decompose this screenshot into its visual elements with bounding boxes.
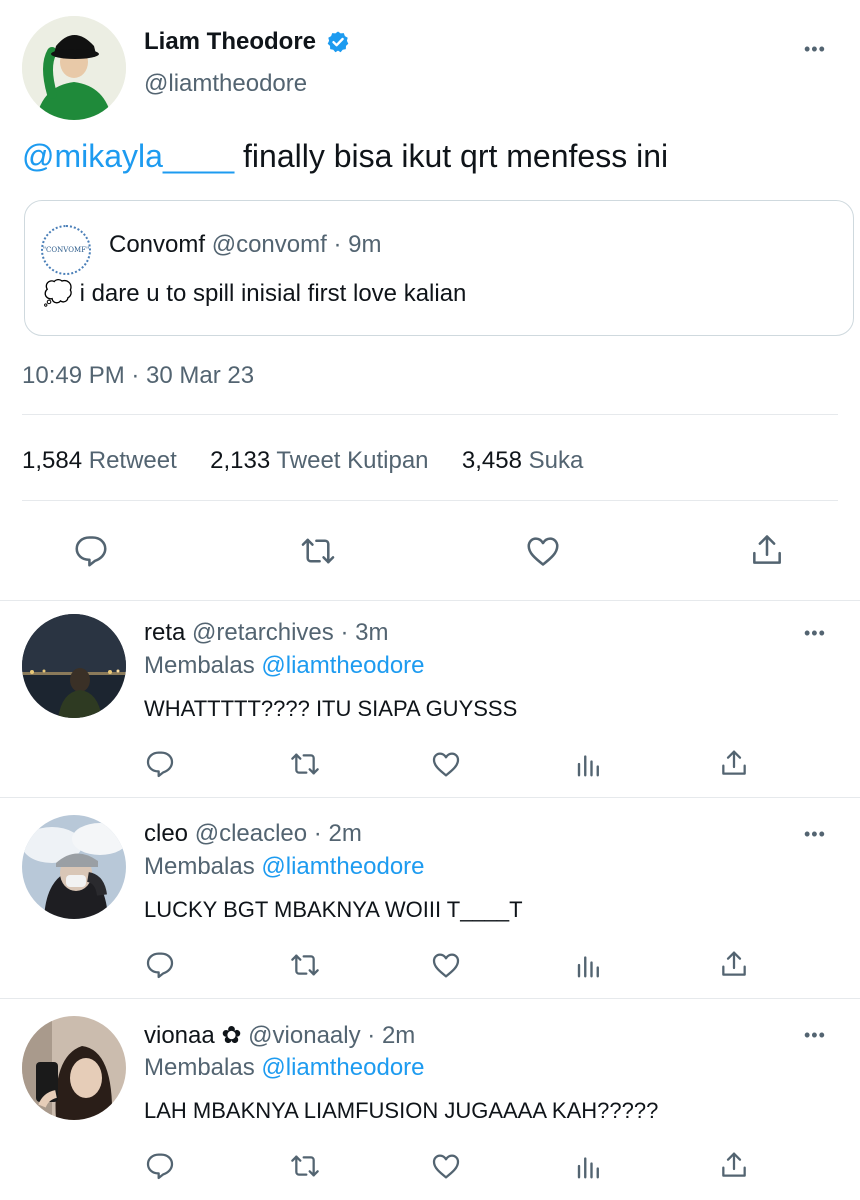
quote-body: i dare u to spill inisial first love kal…	[79, 280, 467, 307]
replying-label: Membalas	[144, 853, 255, 880]
divider	[0, 600, 860, 601]
like-icon[interactable]	[524, 532, 562, 570]
mention-link[interactable]: @mikayla____	[22, 138, 234, 174]
divider	[0, 797, 860, 798]
reply-name[interactable]: cleo	[144, 820, 188, 847]
replying-mention[interactable]: @liamtheodore	[261, 853, 424, 880]
retweet-label: Retweet	[88, 447, 177, 474]
like-stat[interactable]: 3,458 Suka	[462, 447, 583, 474]
reply-name[interactable]: reta	[144, 619, 185, 646]
quote-avatar: "CONVOMF"	[41, 225, 91, 275]
reply-icon[interactable]	[144, 748, 176, 780]
replying-to: Membalas @liamtheodore	[144, 1054, 425, 1082]
analytics-icon[interactable]	[574, 1150, 604, 1182]
reply-icon[interactable]	[72, 532, 110, 570]
reply-text: WHATTTTT???? ITU SIAPA GUYSSS	[144, 696, 518, 721]
quote-label: Tweet Kutipan	[276, 447, 429, 474]
reply-time[interactable]: 2m	[382, 1022, 415, 1049]
reply-avatar[interactable]	[22, 614, 126, 718]
author-name-text: Liam Theodore	[144, 28, 317, 55]
reply-header: reta @retarchives · 3m	[144, 619, 388, 647]
quote-handle: @convomf	[211, 231, 327, 258]
reply-header: vionaa ✿ @vionaaly · 2m	[144, 1021, 415, 1050]
reply-separator: ·	[313, 820, 322, 847]
replying-label: Membalas	[144, 652, 255, 679]
like-count: 3,458	[461, 447, 522, 474]
retweet-icon[interactable]	[298, 532, 338, 570]
reply-handle[interactable]: @vionaaly	[248, 1022, 360, 1049]
reply-separator: ·	[340, 619, 349, 646]
replying-mention[interactable]: @liamtheodore	[261, 1054, 424, 1081]
tweet-body: finally bisa ikut qrt menfess ini	[234, 138, 669, 174]
quote-text: 💭 i dare u to spill inisial first love k…	[43, 279, 466, 308]
more-options-icon[interactable]: •••	[804, 825, 826, 843]
quote-stat[interactable]: 2,133 Tweet Kutipan	[210, 447, 435, 474]
retweet-icon[interactable]	[288, 748, 322, 780]
reply-avatar[interactable]	[22, 1016, 126, 1120]
more-options-icon[interactable]: •••	[804, 1026, 826, 1044]
reply-time[interactable]: 2m	[328, 820, 361, 847]
reply-text: LAH MBAKNYA LIAMFUSION JUGAAAA KAH?????	[144, 1098, 659, 1123]
quote-header: Convomf @convomf · 9m	[109, 231, 381, 259]
author-handle[interactable]: @liamtheodore	[144, 70, 307, 98]
retweet-icon[interactable]	[288, 949, 322, 981]
share-icon[interactable]	[718, 746, 750, 780]
more-options-icon[interactable]: •••	[804, 624, 826, 642]
author-avatar[interactable]	[22, 16, 126, 120]
like-icon[interactable]	[430, 949, 462, 981]
retweet-count: 1,584	[22, 447, 83, 474]
quote-time: 9m	[348, 231, 382, 258]
replying-label: Membalas	[144, 1054, 255, 1081]
reply-avatar[interactable]	[22, 815, 126, 919]
quote-separator: ·	[333, 231, 342, 258]
quote-avatar-logo: "CONVOMF"	[42, 246, 90, 254]
verified-badge-icon	[326, 30, 350, 54]
author-name[interactable]: Liam Theodore	[144, 28, 350, 56]
tweet-stats: 1,584 Retweet 2,133 Tweet Kutipan 3,458 …	[22, 447, 583, 475]
tweet-timestamp[interactable]: 10:49 PM · 30 Mar 23	[22, 362, 254, 390]
replying-to: Membalas @liamtheodore	[144, 652, 425, 680]
reply-text: LUCKY BGT MBAKNYA WOIII T____T	[144, 897, 523, 922]
share-icon[interactable]	[748, 530, 786, 570]
share-icon[interactable]	[718, 1148, 750, 1182]
reply-time[interactable]: 3m	[355, 619, 388, 646]
reply-header: cleo @cleacleo · 2m	[144, 820, 362, 848]
reply-icon[interactable]	[144, 1150, 176, 1182]
analytics-icon[interactable]	[574, 748, 604, 780]
reply-icon[interactable]	[144, 949, 176, 981]
retweet-icon[interactable]	[288, 1150, 322, 1182]
replying-mention[interactable]: @liamtheodore	[261, 652, 424, 679]
like-icon[interactable]	[430, 1150, 462, 1182]
like-icon[interactable]	[430, 748, 462, 780]
reply-separator: ·	[367, 1022, 376, 1049]
quote-tweet-card[interactable]: "CONVOMF" Convomf @convomf · 9m 💭 i dare…	[24, 200, 854, 336]
share-icon[interactable]	[718, 947, 750, 981]
tweet-text: @mikayla____ finally bisa ikut qrt menfe…	[22, 138, 668, 175]
retweet-stat[interactable]: 1,584 Retweet	[22, 447, 183, 474]
like-label: Suka	[528, 447, 584, 474]
more-options-icon[interactable]: •••	[804, 40, 826, 58]
quote-name: Convomf	[109, 231, 206, 258]
quote-count: 2,133	[210, 447, 271, 474]
divider	[22, 500, 838, 501]
reply-handle[interactable]: @retarchives	[192, 619, 334, 646]
analytics-icon[interactable]	[574, 949, 604, 981]
replying-to: Membalas @liamtheodore	[144, 853, 425, 881]
divider	[0, 998, 860, 999]
thought-balloon-icon: 💭	[43, 279, 73, 307]
reply-handle[interactable]: @cleacleo	[195, 820, 307, 847]
divider	[22, 414, 838, 415]
reply-name[interactable]: vionaa ✿	[144, 1022, 242, 1049]
